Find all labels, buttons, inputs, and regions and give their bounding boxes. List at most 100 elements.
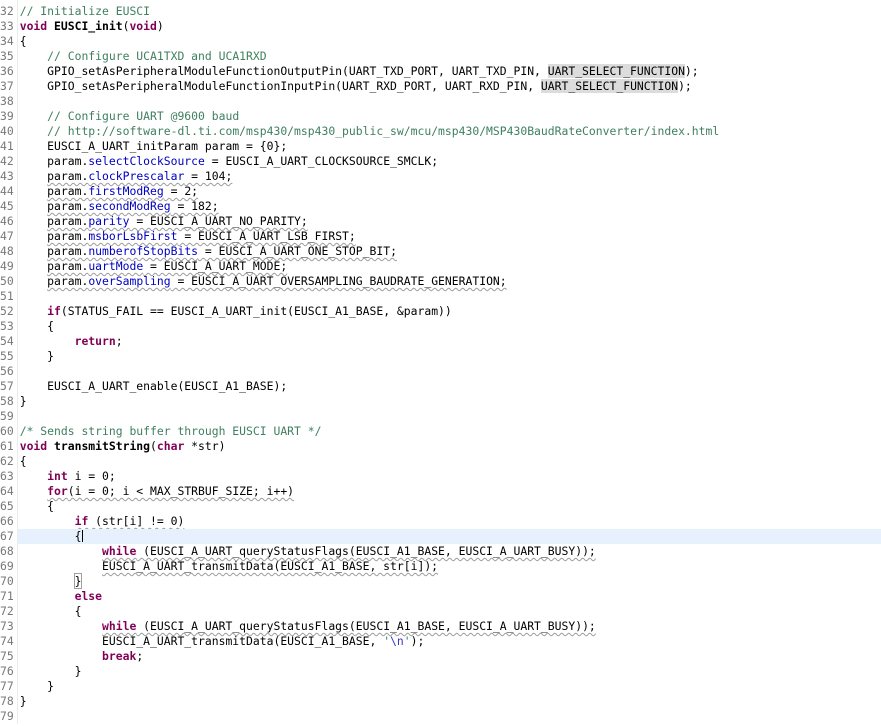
- code-line[interactable]: void transmitString(char *str): [18, 439, 881, 454]
- code-line[interactable]: while (EUSCI_A_UART_queryStatusFlags(EUS…: [18, 544, 881, 559]
- code-line[interactable]: param.parity = EUSCI_A_UART_NO_PARITY;: [18, 214, 881, 229]
- code-line[interactable]: }: [18, 679, 881, 694]
- code-line[interactable]: [18, 364, 881, 379]
- code-row: 78}: [0, 694, 881, 709]
- line-number[interactable]: 56: [0, 364, 18, 379]
- line-number[interactable]: 48: [0, 244, 18, 259]
- code-editor[interactable]: 3132// Initialize EUSCI33void EUSCI_init…: [0, 0, 881, 726]
- code-line[interactable]: {: [18, 34, 881, 49]
- line-number[interactable]: 39: [0, 109, 18, 124]
- line-number[interactable]: 57: [0, 379, 18, 394]
- code-line[interactable]: GPIO_setAsPeripheralModuleFunctionInputP…: [18, 79, 881, 94]
- line-number[interactable]: 61: [0, 439, 18, 454]
- line-number[interactable]: 64: [0, 484, 18, 499]
- line-number[interactable]: 34: [0, 34, 18, 49]
- code-line[interactable]: // Configure UCA1TXD and UCA1RXD: [18, 49, 881, 64]
- line-number[interactable]: 52: [0, 304, 18, 319]
- code-line[interactable]: while (EUSCI_A_UART_queryStatusFlags(EUS…: [18, 619, 881, 634]
- code-line[interactable]: param.secondModReg = 182;: [18, 199, 881, 214]
- code-token: return: [74, 334, 116, 348]
- line-number[interactable]: 40: [0, 124, 18, 139]
- line-number[interactable]: 50: [0, 274, 18, 289]
- line-number[interactable]: 51: [0, 289, 18, 304]
- line-number[interactable]: 74: [0, 634, 18, 649]
- code-line[interactable]: /* Sends string buffer through EUSCI UAR…: [18, 424, 881, 439]
- line-number[interactable]: 68: [0, 544, 18, 559]
- code-line[interactable]: int i = 0;: [18, 469, 881, 484]
- code-line[interactable]: }: [18, 349, 881, 364]
- line-number[interactable]: 69: [0, 559, 18, 574]
- line-number[interactable]: 77: [0, 679, 18, 694]
- code-line[interactable]: EUSCI_A_UART_enable(EUSCI_A1_BASE);: [18, 379, 881, 394]
- code-line-current[interactable]: {: [17, 529, 881, 544]
- code-line[interactable]: EUSCI_A_UART_transmitData(EUSCI_A1_BASE,…: [18, 634, 881, 649]
- line-number[interactable]: 60: [0, 424, 18, 439]
- line-number[interactable]: 46: [0, 214, 18, 229]
- code-line[interactable]: if(STATUS_FAIL == EUSCI_A_UART_init(EUSC…: [18, 304, 881, 319]
- code-line[interactable]: GPIO_setAsPeripheralModuleFunctionOutput…: [18, 64, 881, 79]
- code-line[interactable]: }: [18, 394, 881, 409]
- code-line[interactable]: // http://software-dl.ti.com/msp430/msp4…: [18, 124, 881, 139]
- code-line[interactable]: }: [18, 694, 881, 709]
- line-number[interactable]: 71: [0, 589, 18, 604]
- code-line[interactable]: param.overSampling = EUSCI_A_UART_OVERSA…: [18, 274, 881, 289]
- line-number[interactable]: 42: [0, 154, 18, 169]
- line-number[interactable]: 55: [0, 349, 18, 364]
- line-number[interactable]: 45: [0, 199, 18, 214]
- line-number[interactable]: 47: [0, 229, 18, 244]
- line-number[interactable]: 38: [0, 94, 18, 109]
- line-number[interactable]: 76: [0, 664, 18, 679]
- line-number[interactable]: 75: [0, 649, 18, 664]
- code-line[interactable]: param.msborLsbFirst = EUSCI_A_UART_LSB_F…: [18, 229, 881, 244]
- line-number[interactable]: 32: [0, 4, 18, 19]
- line-number[interactable]: 35: [0, 49, 18, 64]
- line-number[interactable]: 58: [0, 394, 18, 409]
- code-line[interactable]: {: [18, 319, 881, 334]
- code-line[interactable]: if (str[i] != 0): [18, 514, 881, 529]
- code-line[interactable]: // Initialize EUSCI: [18, 4, 881, 19]
- line-number[interactable]: 41: [0, 139, 18, 154]
- line-number[interactable]: 37: [0, 79, 18, 94]
- line-number[interactable]: 49: [0, 259, 18, 274]
- code-line[interactable]: {: [18, 604, 881, 619]
- line-number[interactable]: 73: [0, 619, 18, 634]
- line-number[interactable]: 43: [0, 169, 18, 184]
- code-line[interactable]: param.clockPrescalar = 104;: [18, 169, 881, 184]
- line-number[interactable]: 63: [0, 469, 18, 484]
- code-line[interactable]: else: [18, 589, 881, 604]
- line-number[interactable]: 78: [0, 694, 18, 709]
- line-number[interactable]: 66: [0, 514, 18, 529]
- code-line[interactable]: [18, 289, 881, 304]
- line-number[interactable]: 70: [0, 574, 18, 589]
- code-line[interactable]: [18, 709, 881, 724]
- code-line[interactable]: param.numberofStopBits = EUSCI_A_UART_ON…: [18, 244, 881, 259]
- code-line[interactable]: // Configure UART @9600 baud: [18, 109, 881, 124]
- code-line[interactable]: return;: [18, 334, 881, 349]
- code-line[interactable]: param.selectClockSource = EUSCI_A_UART_C…: [18, 154, 881, 169]
- code-line[interactable]: [18, 94, 881, 109]
- line-number[interactable]: 53: [0, 319, 18, 334]
- code-line[interactable]: }: [18, 573, 881, 589]
- code-line[interactable]: EUSCI_A_UART_initParam param = {0};: [18, 139, 881, 154]
- code-line[interactable]: }: [18, 664, 881, 679]
- code-line[interactable]: break;: [18, 649, 881, 664]
- line-number[interactable]: 65: [0, 499, 18, 514]
- line-number[interactable]: 54: [0, 334, 18, 349]
- line-number[interactable]: 79: [0, 709, 18, 724]
- code-line[interactable]: param.uartMode = EUSCI_A_UART_MODE;: [18, 259, 881, 274]
- line-number[interactable]: 72: [0, 604, 18, 619]
- line-number[interactable]: 67: [0, 529, 18, 544]
- code-line[interactable]: {: [18, 454, 881, 469]
- code-line[interactable]: [18, 409, 881, 424]
- code-line[interactable]: param.firstModReg = 2;: [18, 184, 881, 199]
- line-number[interactable]: 44: [0, 184, 18, 199]
- line-number[interactable]: 59: [0, 409, 18, 424]
- line-number[interactable]: 62: [0, 454, 18, 469]
- code-line[interactable]: {: [18, 499, 881, 514]
- line-number[interactable]: 33: [0, 19, 18, 34]
- code-line[interactable]: for(i = 0; i < MAX_STRBUF_SIZE; i++): [18, 484, 881, 499]
- code-line[interactable]: void EUSCI_init(void): [18, 19, 881, 34]
- code-line[interactable]: EUSCI_A_UART_transmitData(EUSCI_A1_BASE,…: [18, 559, 881, 574]
- line-number[interactable]: 36: [0, 64, 18, 79]
